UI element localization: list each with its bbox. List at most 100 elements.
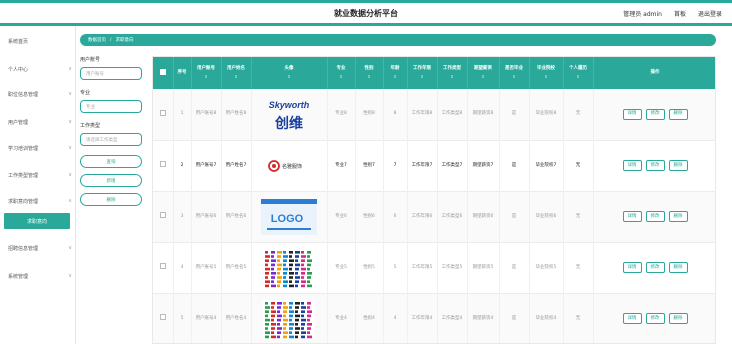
cell-age: 6 (383, 191, 408, 242)
avatar: 名雅服饰 (261, 146, 317, 186)
sidebar-item-profile[interactable]: 个人中心 ∨ (8, 62, 72, 76)
edit-button[interactable]: 修改 (645, 262, 665, 273)
col-header[interactable]: 头像 ⇕ (251, 57, 328, 89)
logout-link[interactable]: 退出登录 (698, 9, 722, 18)
sort-icon[interactable]: ⇕ (384, 74, 407, 80)
cell-avatar: Skyworth 创维 (251, 89, 328, 140)
col-header[interactable]: 用户账号 ⇕ (191, 57, 222, 89)
sort-icon[interactable]: ⇕ (328, 74, 355, 80)
col-header[interactable]: 是否毕业 ⇕ (499, 57, 530, 89)
cell-worktype: 工作类型5 (437, 242, 468, 293)
home-link[interactable]: 首板 (674, 9, 686, 18)
detail-button[interactable]: 详情 (622, 108, 642, 120)
sort-icon[interactable]: ⇕ (222, 74, 251, 80)
cell-salary: 期望薪资7 (467, 140, 500, 191)
sort-icon[interactable]: ⇕ (564, 74, 593, 80)
cell-gender: 性别7 (355, 140, 384, 191)
sort-icon[interactable]: ⇕ (408, 74, 437, 80)
cell-graduated: 是 (499, 140, 530, 191)
select-all-header[interactable] (153, 57, 174, 89)
cell-account: 用户账号8 (191, 89, 222, 140)
breadcrumb-home[interactable]: 数据首页 (88, 37, 106, 43)
detail-button[interactable]: 详情 (622, 160, 642, 171)
col-header[interactable]: 工作年限 ⇕ (407, 57, 438, 89)
col-header[interactable]: 性别 ⇕ (355, 57, 384, 89)
sidebar-item-users[interactable]: 用户管理 ∨ (8, 115, 72, 129)
detail-button[interactable]: 详情 (622, 262, 642, 273)
table-row: 5 用户账号4 用户姓名4 专业4 性别4 4 工作年限4 工作类型4 期望薪资… (153, 293, 715, 343)
sort-icon[interactable]: ⇕ (356, 74, 383, 80)
col-header[interactable]: 工作类型 ⇕ (437, 57, 468, 89)
row-checkbox[interactable] (159, 212, 166, 218)
edit-button[interactable]: 修改 (645, 211, 665, 222)
cell-ops: 详情 修改 删除 (593, 140, 715, 191)
chevron-down-icon: ∨ (68, 245, 72, 251)
cell-major: 专业5 (327, 242, 356, 293)
sort-icon[interactable]: ⇕ (252, 74, 327, 80)
sidebar-item-system[interactable]: 系统管理 ∨ (8, 269, 72, 283)
sort-icon[interactable]: ⇕ (530, 74, 563, 80)
cell-years: 工作年限6 (407, 191, 438, 242)
sidebar-item-worktype[interactable]: 工作类型管理 ∨ (8, 168, 72, 182)
sidebar-item-training[interactable]: 学习培训管理 ∨ (8, 141, 72, 155)
cell-worktype: 工作类型6 (437, 191, 468, 242)
col-header[interactable]: 专业 ⇕ (327, 57, 356, 89)
sidebar-item-recruit[interactable]: 招聘信息管理 ∨ (8, 241, 72, 255)
cell-gender: 性别6 (355, 191, 384, 242)
col-header[interactable]: 个人履历 ⇕ (563, 57, 594, 89)
cell-graduated: 是 (499, 89, 530, 140)
cell-account: 用户账号7 (191, 140, 222, 191)
delete-button[interactable]: 删除 (668, 313, 688, 324)
batch-delete-button[interactable]: 删除 (80, 193, 142, 206)
sort-icon[interactable]: ⇕ (500, 74, 529, 80)
account-input[interactable]: 用户账号 (80, 67, 142, 80)
cell-school: 毕业院校7 (529, 140, 564, 191)
delete-button[interactable]: 删除 (668, 160, 688, 171)
sort-icon[interactable]: ⇕ (192, 74, 221, 80)
sort-icon[interactable]: ⇕ (468, 74, 499, 80)
cell-worktype: 工作类型8 (437, 89, 468, 140)
delete-button[interactable]: 删除 (668, 262, 688, 273)
sort-icon[interactable]: ⇕ (438, 74, 467, 80)
cell-salary: 期望薪资4 (467, 293, 500, 343)
cell-major: 专业6 (327, 191, 356, 242)
cell-worktype: 工作类型4 (437, 293, 468, 343)
logo-collage (263, 248, 315, 287)
sidebar-item-jobs[interactable]: 职位信息管理 ∨ (8, 87, 72, 101)
delete-button[interactable]: 删除 (668, 211, 688, 222)
cell-avatar (251, 242, 328, 293)
delete-button[interactable]: 删除 (668, 108, 688, 120)
row-checkbox[interactable] (159, 109, 166, 116)
col-header: 序号 (173, 57, 192, 89)
sidebar-item-home[interactable]: 系统首页 (8, 34, 72, 48)
sidebar-subitem-intention[interactable]: 求职意向 (4, 213, 70, 229)
edit-button[interactable]: 修改 (645, 313, 665, 324)
col-header[interactable]: 年龄 ⇕ (383, 57, 408, 89)
detail-button[interactable]: 详情 (622, 313, 642, 324)
col-header[interactable]: 毕业院校 ⇕ (529, 57, 564, 89)
edit-button[interactable]: 修改 (645, 160, 665, 171)
row-checkbox[interactable] (159, 263, 166, 269)
sidebar-item-intention[interactable]: 求职意向管理 ∧ (8, 194, 72, 208)
cell-name: 用户姓名7 (221, 140, 252, 191)
major-input[interactable]: 专业 (80, 100, 142, 113)
col-header[interactable]: 用户姓名 ⇕ (221, 57, 252, 89)
worktype-select[interactable]: 请选择工作类型 (80, 133, 142, 146)
chevron-down-icon: ∨ (68, 273, 72, 279)
top-header: 就业数据分析平台 管理员 admin 首板 退出登录 (0, 0, 732, 26)
cell-age: 7 (383, 140, 408, 191)
detail-button[interactable]: 详情 (622, 211, 642, 222)
row-checkbox[interactable] (159, 161, 166, 167)
col-header[interactable]: 期望薪资 ⇕ (467, 57, 500, 89)
select-all-checkbox[interactable] (159, 68, 166, 75)
skyworth-logo: Skyworth 创维 (269, 100, 310, 132)
svg-text:Skyworth: Skyworth (269, 100, 310, 110)
edit-button[interactable]: 修改 (645, 108, 665, 120)
add-button[interactable]: 新增 (80, 174, 142, 187)
chevron-down-icon: ∨ (68, 119, 72, 125)
search-button[interactable]: 查询 (80, 155, 142, 168)
row-checkbox[interactable] (159, 314, 166, 320)
logo-banner: LOGO (261, 198, 317, 235)
cell-gender: 性别4 (355, 293, 384, 343)
major-label: 专业 (80, 90, 91, 96)
